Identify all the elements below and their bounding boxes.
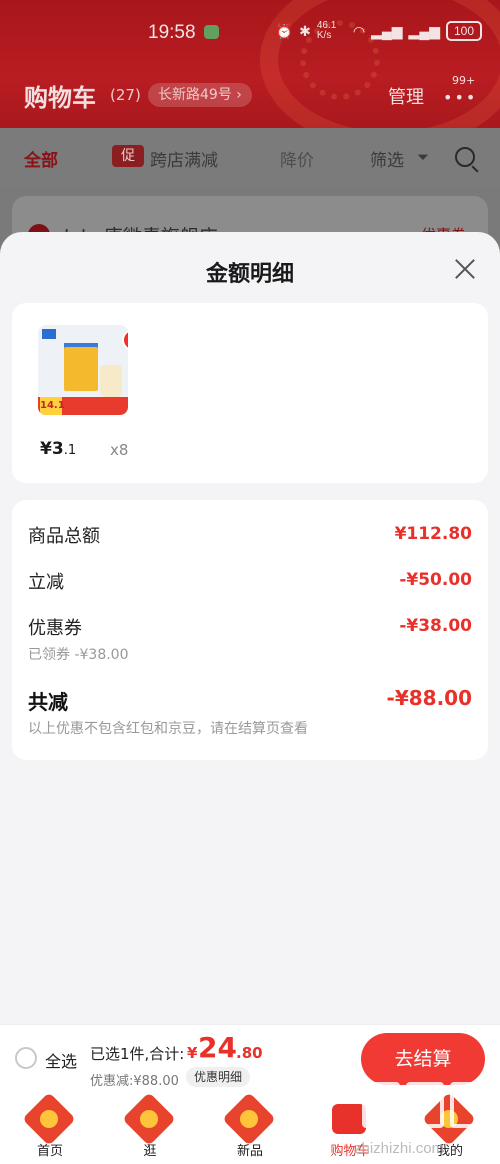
message-badge: 99+	[452, 74, 476, 87]
product-package	[64, 347, 98, 391]
funnel-icon[interactable]: ⏷	[417, 148, 429, 166]
nav-label: 首页	[36, 1144, 63, 1159]
brand-logo	[42, 329, 56, 339]
more-icon[interactable]: •••	[443, 88, 477, 107]
total-currency: ¥	[187, 1044, 198, 1062]
wechat-notification-icon	[204, 25, 219, 39]
price-symbol: ¥	[40, 439, 52, 459]
select-all-radio[interactable]	[15, 1047, 37, 1069]
cart-count: (27)	[110, 86, 141, 104]
promo-tag: 促	[112, 145, 144, 167]
goods-total-value: ¥112.80	[394, 524, 472, 544]
tab-price-drop[interactable]: 降价	[280, 146, 314, 171]
product-image[interactable]: 14.1	[38, 325, 128, 415]
select-all-label[interactable]: 全选	[45, 1048, 77, 1072]
manage-button[interactable]: 管理	[388, 83, 424, 109]
watermark-text: zhizhizhi.com	[354, 1140, 445, 1157]
product-card: 14.1 ¥3.1 x8	[12, 303, 488, 483]
amount-detail-sheet: 金额明细 14.1 ¥3.1 x8 商品总额 ¥112.80 立减 -¥50.0…	[0, 232, 500, 1024]
price-dec: .1	[63, 443, 77, 458]
product-price: ¥3.1	[40, 439, 76, 459]
discount-note: 以上优惠不包含红包和京豆，请在结算页查看	[28, 721, 308, 737]
status-bar: 19:58 ⏰ ✱ 46.1 K/s ◠ ▂▄▆ ▂▄▆ 100	[0, 0, 500, 68]
battery-icon: 100	[446, 21, 482, 41]
signal-icon: ▂▄▆	[408, 22, 440, 39]
wifi-icon: ◠	[352, 22, 366, 39]
checkout-button[interactable]: 去结算	[361, 1033, 485, 1085]
watermark-logo	[362, 1082, 492, 1134]
tab-cross-store-discount[interactable]: 跨店满减	[150, 146, 218, 171]
page-title: 购物车	[24, 85, 96, 112]
check-icon	[122, 329, 128, 351]
new-icon	[222, 1092, 276, 1146]
nav-item-browse[interactable]: 逛	[100, 1092, 200, 1164]
total-amount-dec: .80	[236, 1044, 263, 1062]
instant-cut-label: 立减	[28, 572, 64, 593]
coupon-value: -¥38.00	[399, 616, 472, 636]
bluetooth-icon: ✱	[299, 22, 311, 39]
amount-breakdown: 商品总额 ¥112.80 立减 -¥50.00 优惠券 -¥38.00 已领券 …	[12, 500, 488, 760]
nav-item-new[interactable]: 新品	[200, 1092, 300, 1164]
coupon-label: 优惠券	[28, 618, 82, 639]
total-cut-label: 共减	[28, 690, 68, 714]
discount-summary: 优惠减:¥88.00	[90, 1074, 179, 1089]
browse-icon	[122, 1092, 176, 1146]
total-cut-value: -¥88.00	[386, 686, 472, 710]
goods-total-label: 商品总额	[28, 526, 100, 547]
status-icons: ⏰ ✱ 46.1 K/s ◠ ▂▄▆ ▂▄▆ 100	[276, 21, 482, 41]
selected-summary: 已选1件,合计:	[90, 1045, 185, 1063]
product-quantity: x8	[110, 441, 129, 459]
filter-button[interactable]: 筛选	[370, 146, 404, 171]
total-amount-int: 24	[198, 1031, 237, 1064]
search-icon[interactable]	[455, 147, 475, 167]
promo-price-badge: 14.1	[40, 397, 65, 415]
home-icon	[22, 1092, 76, 1146]
tab-all[interactable]: 全部	[24, 146, 58, 171]
alarm-icon: ⏰	[275, 22, 294, 39]
network-speed: 46.1 K/s	[316, 20, 337, 41]
status-time: 19:58	[148, 22, 196, 43]
sheet-title: 金额明细	[205, 262, 294, 287]
nav-label: 逛	[143, 1144, 157, 1159]
nav-label: 新品	[236, 1144, 263, 1159]
coupon-detail: 已领券 -¥38.00	[28, 647, 129, 663]
instant-cut-value: -¥50.00	[399, 570, 472, 590]
product-cup	[100, 365, 122, 399]
cart-icon	[332, 1104, 366, 1134]
address-selector[interactable]: 长新路49号 ›	[148, 83, 252, 107]
close-icon[interactable]	[452, 256, 478, 282]
nav-item-home[interactable]: 首页	[0, 1092, 100, 1164]
price-int: 3	[51, 439, 64, 459]
discount-detail-button[interactable]: 优惠明细	[186, 1067, 251, 1087]
signal-icon: ▂▄▆	[371, 22, 403, 39]
